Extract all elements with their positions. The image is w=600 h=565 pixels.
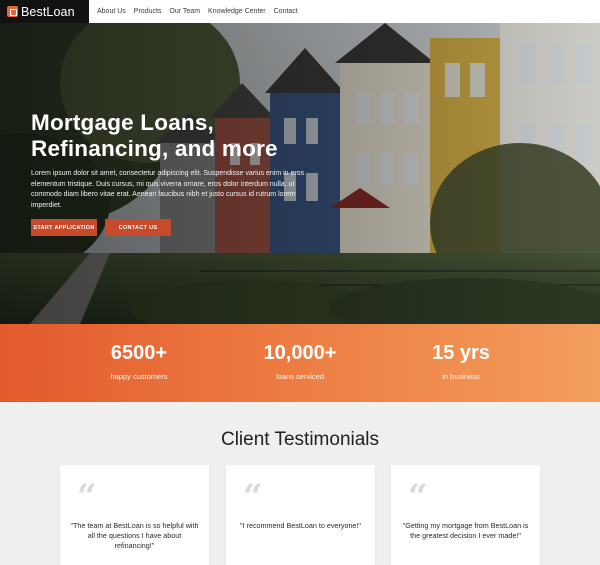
stat-label: loans serviced [276, 372, 324, 381]
house-icon [7, 6, 18, 17]
brand-name: BestLoan [21, 4, 75, 19]
stat-happy-customers: 6500+ happy customers [89, 324, 189, 381]
hero-buttons: START APPLICATION CONTACT US [31, 219, 331, 236]
hero-title: Mortgage Loans, Refinancing, and more [31, 110, 331, 162]
testimonial-card: “ "I recommend BestLoan to everyone!" [226, 465, 375, 565]
quote-icon: “ [77, 477, 97, 517]
stat-years-in-business: 15 yrs in business [411, 324, 511, 381]
stat-loans-serviced: 10,000+ loans serviced [245, 324, 355, 381]
testimonial-quote: "The team at BestLoan is so helpful with… [70, 521, 199, 551]
testimonials-section: Client Testimonials “ "The team at BestL… [0, 402, 600, 565]
contact-us-button[interactable]: CONTACT US [105, 219, 171, 236]
brand-logo[interactable]: BestLoan [0, 0, 89, 23]
nav-link-about-us[interactable]: About Us [97, 8, 126, 15]
testimonial-quote: "I recommend BestLoan to everyone!" [240, 521, 361, 530]
hero-description: Lorem ipsum dolor sit amet, consectetur … [31, 170, 305, 209]
testimonials-title: Client Testimonials [220, 429, 380, 450]
stat-label: in business [442, 372, 480, 381]
nav-link-products[interactable]: Products [134, 8, 162, 15]
nav-link-our-team[interactable]: Our Team [169, 8, 200, 15]
hero-section: Mortgage Loans, Refinancing, and more Lo… [0, 23, 600, 324]
testimonial-card: “ "The team at BestLoan is so helpful wi… [60, 465, 209, 565]
nav-link-contact[interactable]: Contact [274, 8, 298, 15]
hero-content: Mortgage Loans, Refinancing, and more Lo… [31, 110, 331, 236]
quote-icon: “ [243, 477, 263, 517]
stat-value: 6500+ [110, 342, 168, 364]
nav-link-knowledge-center[interactable]: Knowledge Center [208, 8, 266, 15]
stat-label: happy customers [110, 372, 168, 381]
stats-banner: 6500+ happy customers 10,000+ loans serv… [0, 324, 600, 402]
hero-title-line-2: Refinancing, and more [31, 136, 278, 161]
testimonial-card: “ "Getting my mortgage from BestLoan is … [391, 465, 540, 565]
start-application-button[interactable]: START APPLICATION [31, 219, 97, 236]
top-navbar: BestLoan About Us Products Our Team Know… [0, 0, 600, 23]
hero-title-line-1: Mortgage Loans, [31, 110, 215, 135]
quote-icon: “ [408, 477, 428, 517]
stat-value: 15 yrs [432, 342, 490, 364]
testimonial-quote: "Getting my mortgage from BestLoan is th… [402, 521, 529, 541]
stat-value: 10,000+ [263, 342, 337, 364]
nav-links: About Us Products Our Team Knowledge Cen… [89, 8, 306, 15]
